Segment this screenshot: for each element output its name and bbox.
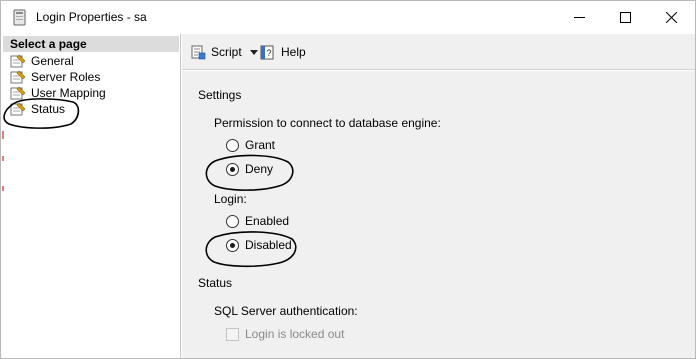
title-bar: Login Properties - sa <box>1 1 695 34</box>
page-item-label: General <box>31 54 74 68</box>
minimize-icon <box>573 17 585 18</box>
toolbar: Script ? Help <box>182 34 695 70</box>
locked-out-label: Login is locked out <box>245 327 345 341</box>
enabled-radio[interactable] <box>226 214 239 228</box>
status-section-title: Status <box>198 276 233 290</box>
wrench-page-icon <box>10 86 26 100</box>
deny-radio-option[interactable]: Deny <box>226 162 273 176</box>
svg-text:?: ? <box>266 48 271 58</box>
disabled-radio-label: Disabled <box>245 238 292 252</box>
disabled-radio[interactable] <box>226 238 239 252</box>
sql-auth-label: SQL Server authentication: <box>214 304 358 318</box>
deny-radio[interactable] <box>226 162 239 176</box>
maximize-button[interactable] <box>602 1 648 34</box>
locked-out-checkbox <box>226 327 239 341</box>
disabled-radio-option[interactable]: Disabled <box>226 238 292 252</box>
script-button[interactable]: Script <box>190 43 258 61</box>
wrench-page-icon <box>10 54 26 68</box>
help-icon: ? <box>260 45 274 60</box>
app-icon <box>13 9 26 26</box>
script-label: Script <box>211 45 242 59</box>
maximize-icon <box>619 12 631 23</box>
close-icon <box>665 12 677 23</box>
login-label: Login: <box>214 192 247 206</box>
script-icon <box>191 45 206 60</box>
page-item-label: Status <box>31 102 66 116</box>
enabled-radio-label: Enabled <box>245 214 290 228</box>
page-item-server-roles[interactable]: Server Roles <box>10 69 100 85</box>
settings-section-title: Settings <box>198 88 242 102</box>
login-properties-window: Login Properties - sa Select a page Gene… <box>0 0 696 359</box>
grant-radio-label: Grant <box>245 138 276 152</box>
page-selector-header: Select a page <box>3 36 179 52</box>
page-selector-pane: Select a page General Server Roles User … <box>1 34 181 358</box>
help-button[interactable]: ? Help <box>260 43 306 61</box>
wrench-page-icon <box>10 70 26 84</box>
help-label: Help <box>281 45 306 59</box>
window-title: Login Properties - sa <box>36 10 147 24</box>
grant-radio-option[interactable]: Grant <box>226 138 275 152</box>
page-item-general[interactable]: General <box>10 53 74 69</box>
page-item-label: User Mapping <box>31 86 106 100</box>
close-button[interactable] <box>648 1 694 34</box>
enabled-radio-option[interactable]: Enabled <box>226 214 289 228</box>
minimize-button[interactable] <box>556 1 602 34</box>
grant-radio[interactable] <box>226 138 239 152</box>
page-item-label: Server Roles <box>31 70 101 84</box>
page-item-status[interactable]: Status <box>10 101 65 117</box>
properties-content: Settings Permission to connect to databa… <box>182 71 695 358</box>
deny-radio-label: Deny <box>245 162 274 176</box>
page-item-user-mapping[interactable]: User Mapping <box>10 85 106 101</box>
locked-out-checkbox-option: Login is locked out <box>226 327 344 341</box>
wrench-page-icon <box>10 102 26 116</box>
permission-label: Permission to connect to database engine… <box>214 116 441 130</box>
chevron-down-icon[interactable] <box>249 49 258 55</box>
